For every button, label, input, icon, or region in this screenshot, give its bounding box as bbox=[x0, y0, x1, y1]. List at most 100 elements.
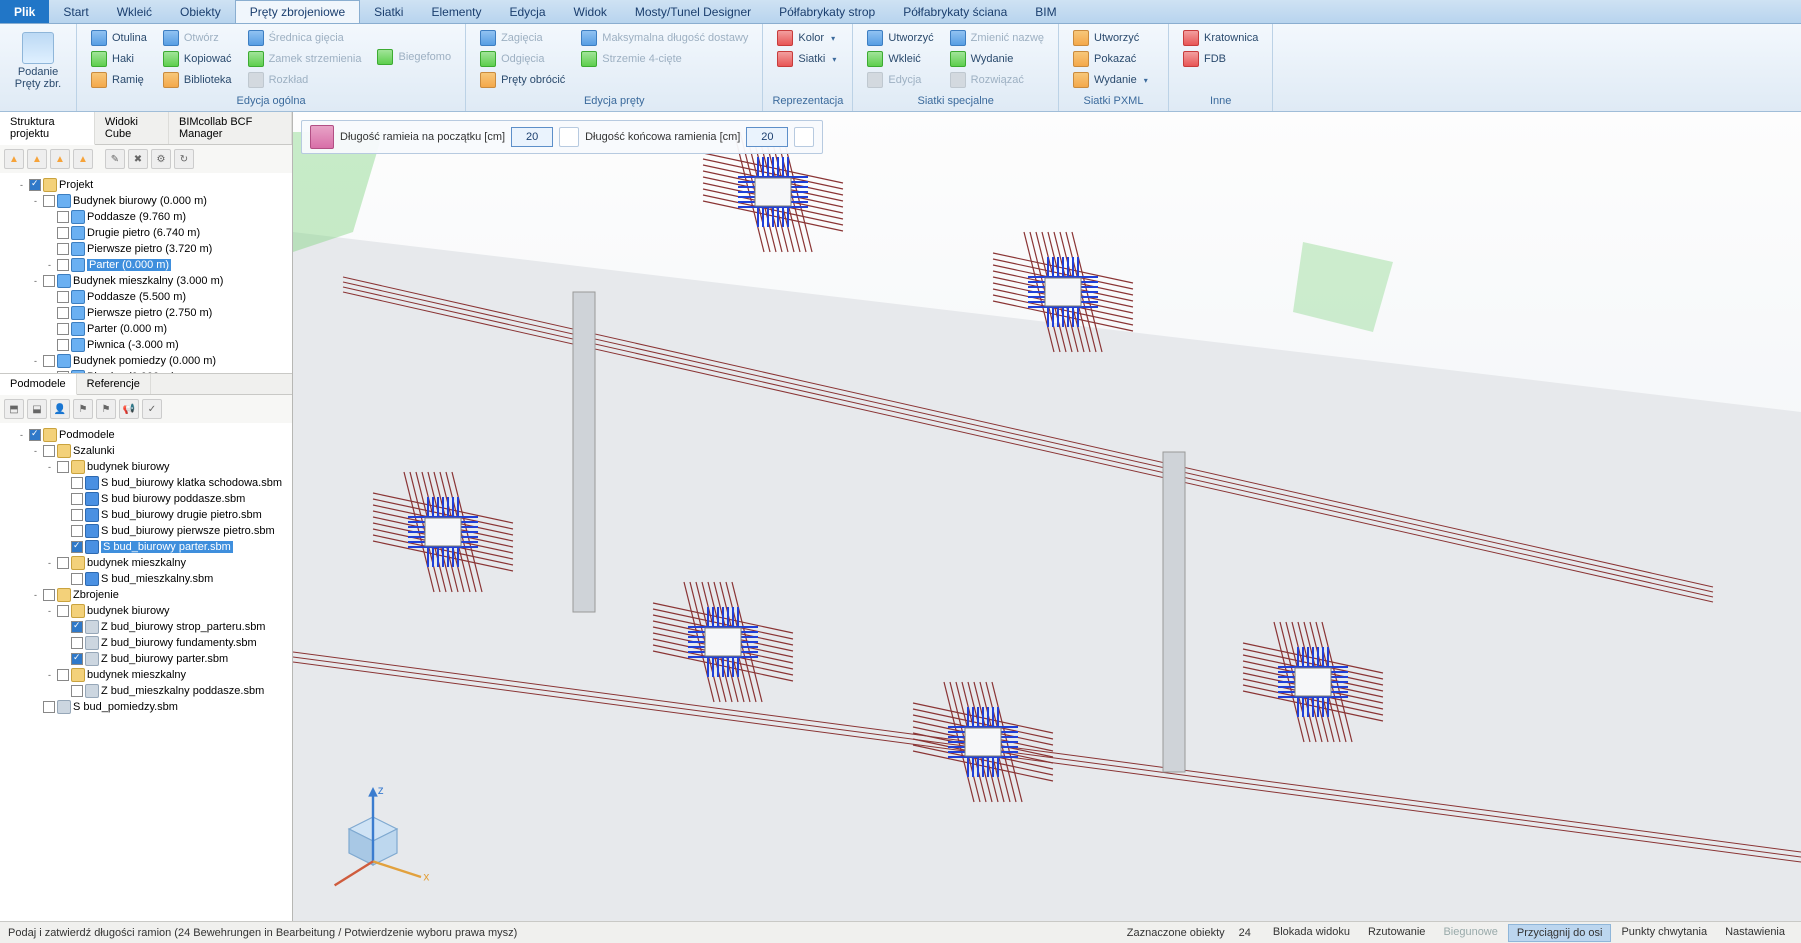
tree-item[interactable]: Poddasze (5.500 m) bbox=[2, 289, 290, 305]
tab-siatki[interactable]: Siatki bbox=[360, 0, 417, 23]
refresh-button[interactable]: ↻ bbox=[174, 149, 194, 169]
tool5-button[interactable]: ⚑ bbox=[96, 399, 116, 419]
tool4-button[interactable]: ⚑ bbox=[73, 399, 93, 419]
delete-button[interactable]: ✖ bbox=[128, 149, 148, 169]
tab-widok[interactable]: Widok bbox=[560, 0, 621, 23]
ribbon-kopiowa--button[interactable]: Kopiować bbox=[157, 49, 238, 69]
checkbox[interactable] bbox=[71, 541, 83, 553]
checkbox[interactable] bbox=[57, 461, 69, 473]
tree-item[interactable]: -Budynek biurowy (0.000 m) bbox=[2, 193, 290, 209]
status-przyci-gnij-do-osi[interactable]: Przyciągnij do osi bbox=[1508, 924, 1612, 942]
tree-item[interactable]: Pierwsze pietro (3.720 m) bbox=[2, 241, 290, 257]
status-blokada-widoku[interactable]: Blokada widoku bbox=[1265, 924, 1358, 942]
toggle-icon[interactable]: - bbox=[16, 180, 27, 190]
up-button[interactable] bbox=[27, 149, 47, 169]
tool1-button[interactable]: ⬒ bbox=[4, 399, 24, 419]
toggle-icon[interactable]: - bbox=[44, 462, 55, 472]
checkbox[interactable] bbox=[57, 669, 69, 681]
checkbox[interactable] bbox=[57, 227, 69, 239]
tree-item[interactable]: S bud_pomiedzy.sbm bbox=[2, 699, 290, 715]
tab-p-fabrykaty-strop[interactable]: Półfabrykaty strop bbox=[765, 0, 889, 23]
tree-item[interactable]: -Projekt bbox=[2, 177, 290, 193]
ribbon-pxml-pokazać-button[interactable]: Pokazać bbox=[1067, 49, 1154, 69]
submodel-tree[interactable]: -Podmodele-Szalunki -budynek biurowy S bud… bbox=[0, 423, 292, 921]
checkbox[interactable] bbox=[71, 637, 83, 649]
checkbox[interactable] bbox=[43, 701, 55, 713]
tab-elementy[interactable]: Elementy bbox=[417, 0, 495, 23]
toggle-icon[interactable]: - bbox=[30, 196, 41, 206]
toggle-icon[interactable]: - bbox=[44, 606, 55, 616]
status-punkty-chwytania[interactable]: Punkty chwytania bbox=[1613, 924, 1715, 942]
status-rzutowanie[interactable]: Rzutowanie bbox=[1360, 924, 1433, 942]
edit-button[interactable]: ✎ bbox=[105, 149, 125, 169]
checkbox[interactable] bbox=[43, 275, 55, 287]
tab-bim[interactable]: BIM bbox=[1021, 0, 1070, 23]
status-nastawienia[interactable]: Nastawienia bbox=[1717, 924, 1793, 942]
toggle-icon[interactable]: - bbox=[16, 430, 27, 440]
checkbox[interactable] bbox=[43, 195, 55, 207]
tree-item[interactable]: Poddasze (9.760 m) bbox=[2, 209, 290, 225]
ribbon-rami--button[interactable]: Ramię bbox=[85, 70, 153, 90]
toggle-icon[interactable]: - bbox=[44, 558, 55, 568]
checkbox[interactable] bbox=[71, 525, 83, 537]
checkbox[interactable] bbox=[71, 509, 83, 521]
ribbon-kolor-button[interactable]: Kolor▾ bbox=[771, 28, 842, 48]
tab-pr-ty-zbrojeniowe[interactable]: Pręty zbrojeniowe bbox=[235, 0, 360, 23]
tab-file[interactable]: Plik bbox=[0, 0, 49, 23]
checkbox[interactable] bbox=[57, 243, 69, 255]
ribbon-fdb-button[interactable]: FDB bbox=[1177, 49, 1264, 69]
checkbox[interactable] bbox=[71, 573, 83, 585]
ribbon-pxml-utworzyć-button[interactable]: Utworzyć bbox=[1067, 28, 1154, 48]
tree-item[interactable]: S bud biurowy poddasze.sbm bbox=[2, 491, 290, 507]
checkbox[interactable] bbox=[71, 493, 83, 505]
toggle-icon[interactable]: - bbox=[30, 446, 41, 456]
status-biegunowe[interactable]: Biegunowe bbox=[1435, 924, 1505, 942]
tree-item[interactable]: -Parter (0.000 m) bbox=[2, 257, 290, 273]
ribbon-pxml-wydanie-button[interactable]: Wydanie▾ bbox=[1067, 70, 1154, 90]
ribbon-haki-button[interactable]: Haki bbox=[85, 49, 153, 69]
collapse-button[interactable] bbox=[4, 149, 24, 169]
project-tree[interactable]: -Projekt-Budynek biurowy (0.000 m)Poddas… bbox=[0, 173, 292, 373]
tab-edycja[interactable]: Edycja bbox=[496, 0, 560, 23]
tool6-button[interactable]: 📢 bbox=[119, 399, 139, 419]
toggle-icon[interactable]: - bbox=[30, 276, 41, 286]
view-cube[interactable]: z x bbox=[313, 775, 433, 895]
tree-item[interactable]: -Szalunki bbox=[2, 443, 290, 459]
tree-item[interactable]: -Budynek mieszkalny (3.000 m) bbox=[2, 273, 290, 289]
checkbox[interactable] bbox=[57, 307, 69, 319]
ribbon-siatki-button[interactable]: Siatki▾ bbox=[771, 49, 842, 69]
checkbox[interactable] bbox=[43, 445, 55, 457]
podanie-prety-button[interactable]: Podanie Pręty zbr. bbox=[8, 28, 68, 94]
checkbox[interactable] bbox=[57, 259, 69, 271]
checkbox[interactable] bbox=[71, 621, 83, 633]
tree-item[interactable]: -Podmodele bbox=[2, 427, 290, 443]
tree-item[interactable]: -budynek biurowy bbox=[2, 603, 290, 619]
ribbon-utworzy--button[interactable]: Utworzyć bbox=[861, 28, 939, 48]
checkbox[interactable] bbox=[57, 291, 69, 303]
tree-item[interactable]: S bud_biurowy parter.sbm bbox=[2, 539, 290, 555]
checkbox[interactable] bbox=[29, 429, 41, 441]
tree-item[interactable]: Z bud_biurowy fundamenty.sbm bbox=[2, 635, 290, 651]
checkbox[interactable] bbox=[71, 653, 83, 665]
checkbox[interactable] bbox=[57, 557, 69, 569]
panel-tab-struktura-projektu[interactable]: Struktura projektu bbox=[0, 112, 95, 145]
checkbox[interactable] bbox=[71, 685, 83, 697]
tree-item[interactable]: Piwnica (-3.000 m) bbox=[2, 337, 290, 353]
tab-obiekty[interactable]: Obiekty bbox=[166, 0, 235, 23]
ribbon-biblioteka-button[interactable]: Biblioteka bbox=[157, 70, 238, 90]
tab-wklei-[interactable]: Wkleić bbox=[103, 0, 166, 23]
toggle-icon[interactable]: - bbox=[30, 590, 41, 600]
tool3-button[interactable]: 👤 bbox=[50, 399, 70, 419]
tab-p-fabrykaty-ciana[interactable]: Półfabrykaty ściana bbox=[889, 0, 1021, 23]
toggle-icon[interactable]: - bbox=[44, 260, 55, 270]
tree-item[interactable]: -Zbrojenie bbox=[2, 587, 290, 603]
tree-item[interactable]: S bud_biurowy pierwsze pietro.sbm bbox=[2, 523, 290, 539]
ribbon-otulina-button[interactable]: Otulina bbox=[85, 28, 153, 48]
arm-confirm-icon[interactable] bbox=[794, 127, 814, 147]
toggle-icon[interactable]: - bbox=[30, 356, 41, 366]
checkbox[interactable] bbox=[43, 589, 55, 601]
tree-item[interactable]: Drugie pietro (6.740 m) bbox=[2, 225, 290, 241]
checkbox[interactable] bbox=[71, 477, 83, 489]
tree-item[interactable]: -budynek mieszkalny bbox=[2, 667, 290, 683]
ribbon-kratownica-button[interactable]: Kratownica bbox=[1177, 28, 1264, 48]
